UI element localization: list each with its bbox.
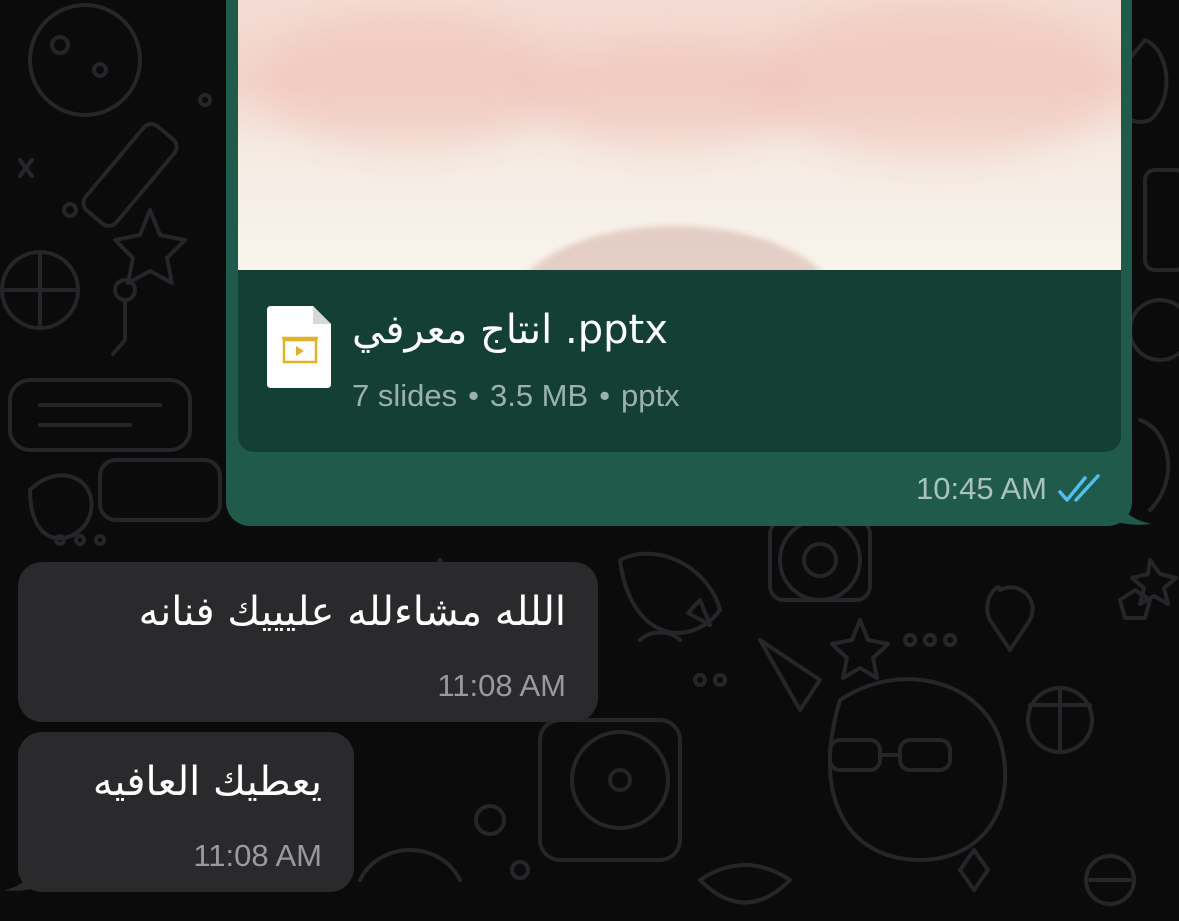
presentation-file-icon (267, 306, 331, 388)
incoming-message-time: 11:08 AM (437, 668, 566, 703)
document-meta-info: 7 slides • 3.5 MB • pptx (352, 372, 680, 420)
document-slide-count: 7 slides (352, 378, 458, 413)
incoming-message-text: اللله مشاءلله عليييك فنانه (138, 589, 566, 635)
incoming-bubble-tail (4, 846, 44, 891)
document-preview-thumbnail[interactable] (238, 0, 1121, 270)
document-file-name[interactable]: انتاج معرفي .pptx (352, 300, 772, 360)
double-check-read-icon (1058, 474, 1100, 502)
outgoing-message-time: 10:45 AM (916, 471, 1047, 506)
incoming-message-time: 11:08 AM (193, 838, 322, 873)
meta-separator: • (599, 378, 611, 413)
incoming-message-text: يعطيك العافيه (92, 759, 322, 805)
document-file-size: 3.5 MB (489, 378, 589, 413)
document-file-type: pptx (621, 378, 680, 413)
outgoing-bubble-tail (1108, 480, 1152, 525)
meta-separator: • (468, 378, 479, 413)
document-attachment-card[interactable] (238, 270, 1121, 452)
